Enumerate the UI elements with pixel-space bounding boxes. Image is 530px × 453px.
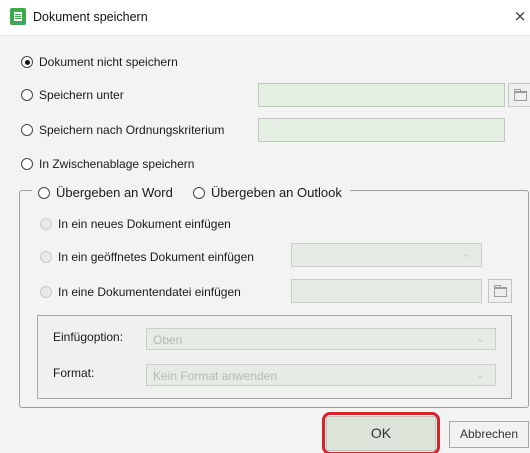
insert-option-dropdown[interactable]: Oben ⌄ bbox=[146, 328, 496, 350]
open-document-label: In ein geöffnetes Dokument einfügen bbox=[58, 250, 254, 264]
word-label: Übergeben an Word bbox=[56, 185, 173, 200]
window-title: Dokument speichern bbox=[33, 10, 148, 24]
format-label: Format: bbox=[53, 366, 95, 380]
document-file-radio[interactable] bbox=[40, 286, 52, 298]
save-as-browse-button[interactable] bbox=[508, 83, 530, 107]
format-dropdown[interactable]: Kein Format anwenden ⌄ bbox=[146, 364, 496, 386]
open-document-dropdown[interactable]: ⌄ bbox=[291, 243, 482, 267]
document-file-label: In eine Dokumentendatei einfügen bbox=[58, 285, 241, 299]
save-as-path-field[interactable] bbox=[258, 83, 505, 107]
outlook-label: Übergeben an Outlook bbox=[211, 185, 342, 200]
document-file-browse-button[interactable] bbox=[488, 279, 512, 303]
new-document-label: In ein neues Dokument einfügen bbox=[58, 217, 231, 231]
format-value: Kein Format anwenden bbox=[153, 369, 278, 383]
clipboard-label: In Zwischenablage speichern bbox=[39, 157, 195, 171]
save-by-criterion-label: Speichern nach Ordnungskriterium bbox=[39, 123, 225, 137]
cancel-button[interactable]: Abbrechen bbox=[449, 421, 529, 448]
title-bar: Dokument speichern × bbox=[0, 0, 530, 36]
chevron-down-icon: ⌄ bbox=[461, 247, 471, 260]
chevron-down-icon: ⌄ bbox=[475, 332, 485, 345]
save-by-criterion-radio[interactable] bbox=[21, 124, 33, 136]
criterion-field[interactable] bbox=[258, 118, 505, 142]
insert-option-value: Oben bbox=[153, 333, 183, 347]
save-as-radio[interactable] bbox=[21, 89, 33, 101]
document-file-path-field[interactable] bbox=[291, 279, 482, 303]
folder-icon bbox=[514, 89, 527, 101]
open-document-radio[interactable] bbox=[40, 251, 52, 263]
clipboard-radio[interactable] bbox=[21, 158, 33, 170]
no-save-label: Dokument nicht speichern bbox=[39, 55, 178, 69]
document-app-icon bbox=[10, 8, 26, 25]
new-document-radio[interactable] bbox=[40, 218, 52, 230]
folder-icon bbox=[494, 285, 507, 297]
outlook-radio[interactable] bbox=[193, 187, 205, 199]
no-save-radio[interactable] bbox=[21, 56, 33, 68]
insert-option-label: Einfügoption: bbox=[53, 330, 124, 344]
word-radio[interactable] bbox=[38, 187, 50, 199]
save-as-label: Speichern unter bbox=[39, 88, 124, 102]
ok-highlight-annotation bbox=[322, 412, 440, 453]
chevron-down-icon: ⌄ bbox=[475, 368, 485, 381]
close-button[interactable]: × bbox=[510, 4, 530, 28]
